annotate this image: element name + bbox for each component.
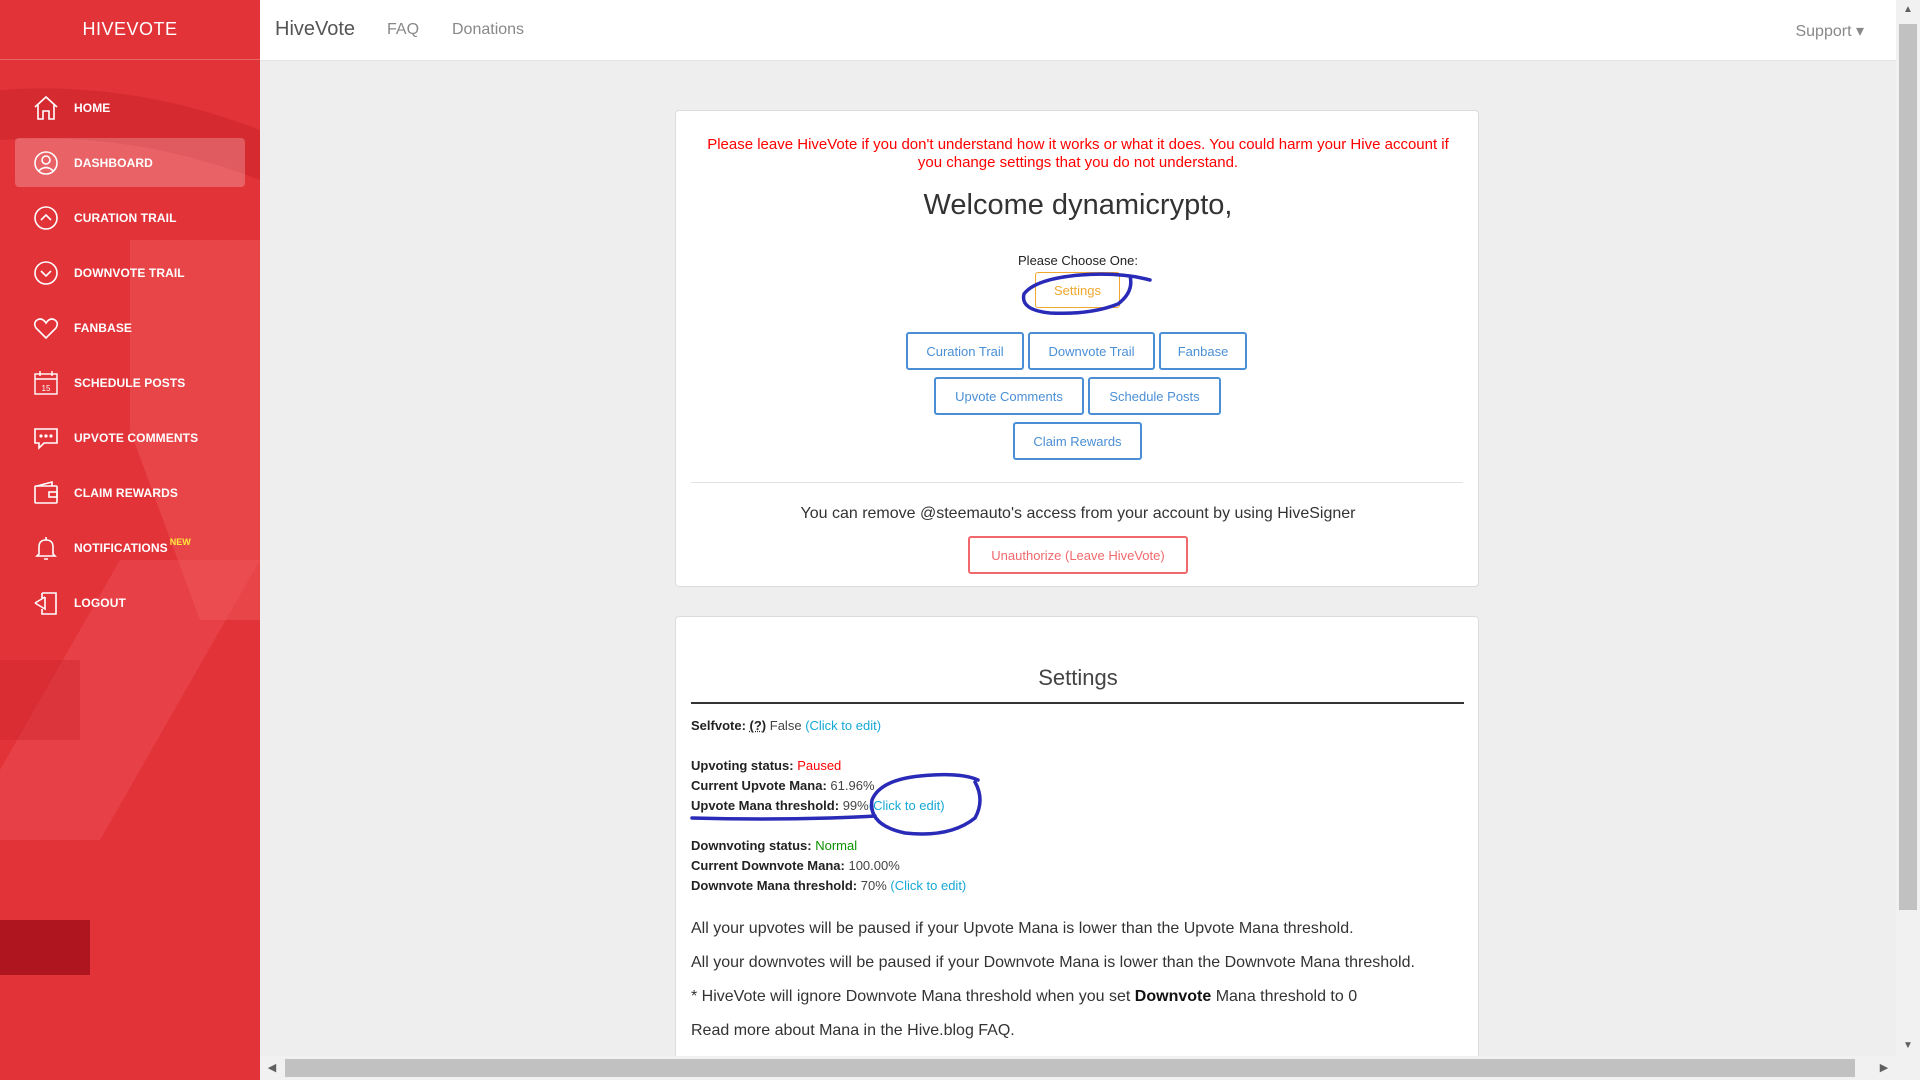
- home-icon: [32, 94, 60, 122]
- sidebar-nav: Home Dashboard Curation Trail Downvote T…: [15, 83, 245, 633]
- sidebar-item-label: Logout: [74, 595, 126, 610]
- current-downvote-mana-value: 100.00%: [848, 858, 900, 873]
- user-icon: [32, 149, 60, 177]
- navbar-title[interactable]: HiveVote: [275, 18, 355, 41]
- chevron-up-icon: [32, 204, 60, 232]
- nav-link-faq[interactable]: FAQ: [387, 21, 419, 39]
- selfvote-edit-link[interactable]: (Click to edit): [805, 718, 881, 733]
- sidebar-item-label: Claim Rewards: [74, 485, 178, 500]
- curation-trail-button[interactable]: Curation Trail: [906, 332, 1024, 370]
- sidebar-item-upvote-comments[interactable]: Upvote Comments: [15, 413, 245, 462]
- top-navbar: HiveVote FAQ Donations Support ▾: [260, 0, 1896, 61]
- sidebar-item-label: Schedule Posts: [74, 375, 186, 390]
- claim-rewards-button[interactable]: Claim Rewards: [1013, 422, 1142, 460]
- horizontal-scrollbar[interactable]: ◀ ▶: [260, 1056, 1896, 1080]
- sidebar-item-label: Dashboard: [74, 155, 153, 170]
- upvoting-status-value: Paused: [797, 758, 842, 773]
- ignore-note-bold: Downvote: [1134, 988, 1212, 1005]
- dashboard-card: Please leave HiveVote if you don't under…: [675, 110, 1479, 587]
- downvote-threshold-value: 70%: [860, 878, 887, 893]
- downvote-note: All your downvotes will be paused if you…: [691, 954, 1415, 971]
- settings-title: Settings: [1038, 665, 1118, 690]
- downvote-threshold-label: Downvote Mana threshold:: [691, 878, 858, 893]
- sidebar-item-label: Fanbase: [74, 320, 133, 335]
- new-badge: NEW: [169, 536, 191, 547]
- selfvote-row: Selfvote: (?) False (Click to edit): [691, 718, 881, 733]
- unauthorize-button[interactable]: Unauthorize (Leave HiveVote): [968, 536, 1188, 574]
- current-upvote-mana-row: Current Upvote Mana: 61.96%: [691, 778, 875, 793]
- scroll-up-icon[interactable]: ▲: [1896, 0, 1920, 20]
- schedule-posts-button[interactable]: Schedule Posts: [1088, 377, 1221, 415]
- bell-icon: [32, 534, 60, 562]
- choose-label: Please Choose One:: [1018, 253, 1138, 268]
- vertical-scrollbar[interactable]: ▲ ▼: [1896, 0, 1920, 1080]
- sidebar-brand[interactable]: HIVEVOTE: [0, 0, 260, 60]
- sidebar-item-label: Curation Trail: [74, 210, 177, 225]
- settings-rule: [691, 702, 1464, 704]
- downvoting-status-label: Downvoting status:: [691, 838, 812, 853]
- sidebar: HIVEVOTE Home Dashboard Curation Trail D…: [0, 0, 260, 1080]
- selfvote-help-icon[interactable]: (?): [750, 718, 767, 733]
- sidebar-item-label: Downvote Trail: [74, 265, 185, 280]
- upvoting-status-label: Upvoting status:: [691, 758, 794, 773]
- vertical-scroll-thumb[interactable]: [1899, 24, 1917, 910]
- scroll-left-icon[interactable]: ◀: [260, 1056, 284, 1080]
- sidebar-item-home[interactable]: Home: [15, 83, 245, 132]
- sidebar-item-label: Upvote Comments: [74, 430, 199, 445]
- current-upvote-mana-value: 61.96%: [830, 778, 875, 793]
- sidebar-item-dashboard[interactable]: Dashboard: [15, 138, 245, 187]
- upvote-note: All your upvotes will be paused if your …: [691, 920, 1354, 937]
- fanbase-button[interactable]: Fanbase: [1159, 332, 1247, 370]
- settings-card: Settings Selfvote: (?) False (Click to e…: [675, 616, 1479, 1056]
- chevron-down-icon: [32, 259, 60, 287]
- current-downvote-mana-label: Current Downvote Mana:: [691, 858, 845, 873]
- scroll-right-icon[interactable]: ▶: [1872, 1056, 1896, 1080]
- wallet-icon: [32, 479, 60, 507]
- svg-text:15: 15: [42, 384, 51, 393]
- sidebar-item-label: Notifications: [74, 540, 168, 555]
- upvote-comments-button[interactable]: Upvote Comments: [934, 377, 1084, 415]
- ignore-note-pre: * HiveVote will ignore Downvote Mana thr…: [691, 988, 1135, 1005]
- downvote-trail-button[interactable]: Downvote Trail: [1028, 332, 1155, 370]
- upvote-threshold-value: 99%: [842, 798, 869, 813]
- selfvote-value: False: [769, 718, 802, 733]
- upvote-threshold-row: Upvote Mana threshold: 99%(Click to edit…: [691, 798, 945, 813]
- support-dropdown[interactable]: Support ▾: [1795, 21, 1864, 41]
- selfvote-label: Selfvote:: [691, 718, 746, 733]
- current-upvote-mana-label: Current Upvote Mana:: [691, 778, 827, 793]
- ignore-threshold-note: * HiveVote will ignore Downvote Mana thr…: [691, 988, 1357, 1006]
- current-downvote-mana-row: Current Downvote Mana: 100.00%: [691, 858, 900, 873]
- heart-icon: [32, 314, 60, 342]
- sidebar-item-downvote-trail[interactable]: Downvote Trail: [15, 248, 245, 297]
- sidebar-item-fanbase[interactable]: Fanbase: [15, 303, 245, 352]
- sidebar-item-logout[interactable]: Logout: [15, 578, 245, 627]
- sidebar-item-notifications[interactable]: Notifications NEW: [15, 523, 245, 572]
- downvote-threshold-edit-link[interactable]: (Click to edit): [890, 878, 966, 893]
- logout-icon: [32, 589, 60, 617]
- downvoting-status-row: Downvoting status: Normal: [691, 838, 857, 853]
- downvote-threshold-row: Downvote Mana threshold: 70% (Click to e…: [691, 878, 966, 893]
- nav-link-donations[interactable]: Donations: [452, 21, 524, 39]
- scroll-down-icon[interactable]: ▼: [1896, 1036, 1920, 1056]
- settings-button[interactable]: Settings: [1035, 272, 1120, 308]
- divider: [691, 482, 1463, 483]
- upvote-threshold-edit-link[interactable]: (Click to edit): [869, 798, 945, 813]
- remove-access-text: You can remove @steemauto's access from …: [800, 505, 1356, 522]
- comment-icon: [32, 424, 60, 452]
- sidebar-item-claim-rewards[interactable]: Claim Rewards: [15, 468, 245, 517]
- downvoting-status-value: Normal: [815, 838, 858, 853]
- calendar-icon: 15: [32, 369, 60, 397]
- sidebar-item-schedule-posts[interactable]: 15 Schedule Posts: [15, 358, 245, 407]
- upvoting-status-row: Upvoting status: Paused: [691, 758, 841, 773]
- warning-message: Please leave HiveVote if you don't under…: [707, 136, 1449, 171]
- horizontal-scroll-thumb[interactable]: [285, 1059, 1855, 1077]
- sidebar-item-label: Home: [74, 100, 111, 115]
- upvote-threshold-label: Upvote Mana threshold:: [691, 798, 840, 813]
- ignore-note-post: Mana threshold to 0: [1211, 988, 1358, 1005]
- sidebar-item-curation-trail[interactable]: Curation Trail: [15, 193, 245, 242]
- welcome-heading: Welcome dynamicrypto,: [923, 189, 1233, 221]
- read-more-note: Read more about Mana in the Hive.blog FA…: [691, 1022, 1015, 1039]
